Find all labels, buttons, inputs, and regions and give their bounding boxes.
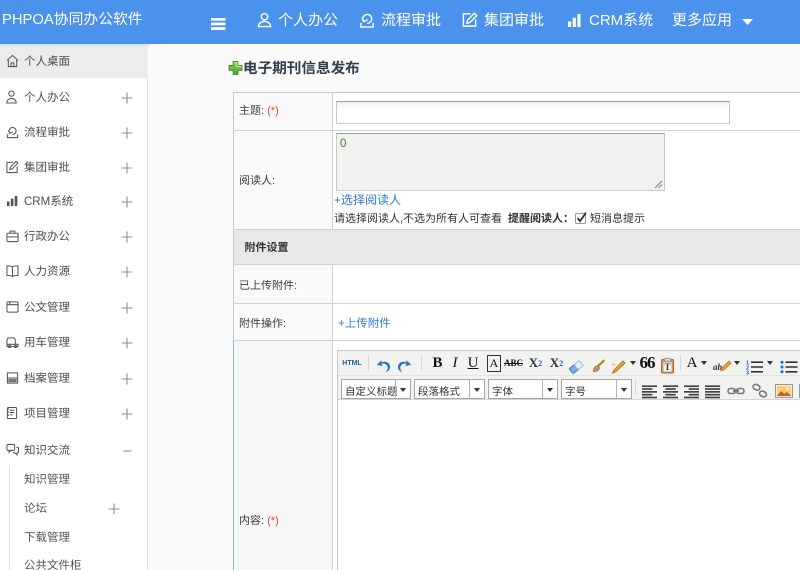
svg-text:3: 3 (746, 371, 749, 377)
svg-text:T: T (664, 362, 670, 372)
